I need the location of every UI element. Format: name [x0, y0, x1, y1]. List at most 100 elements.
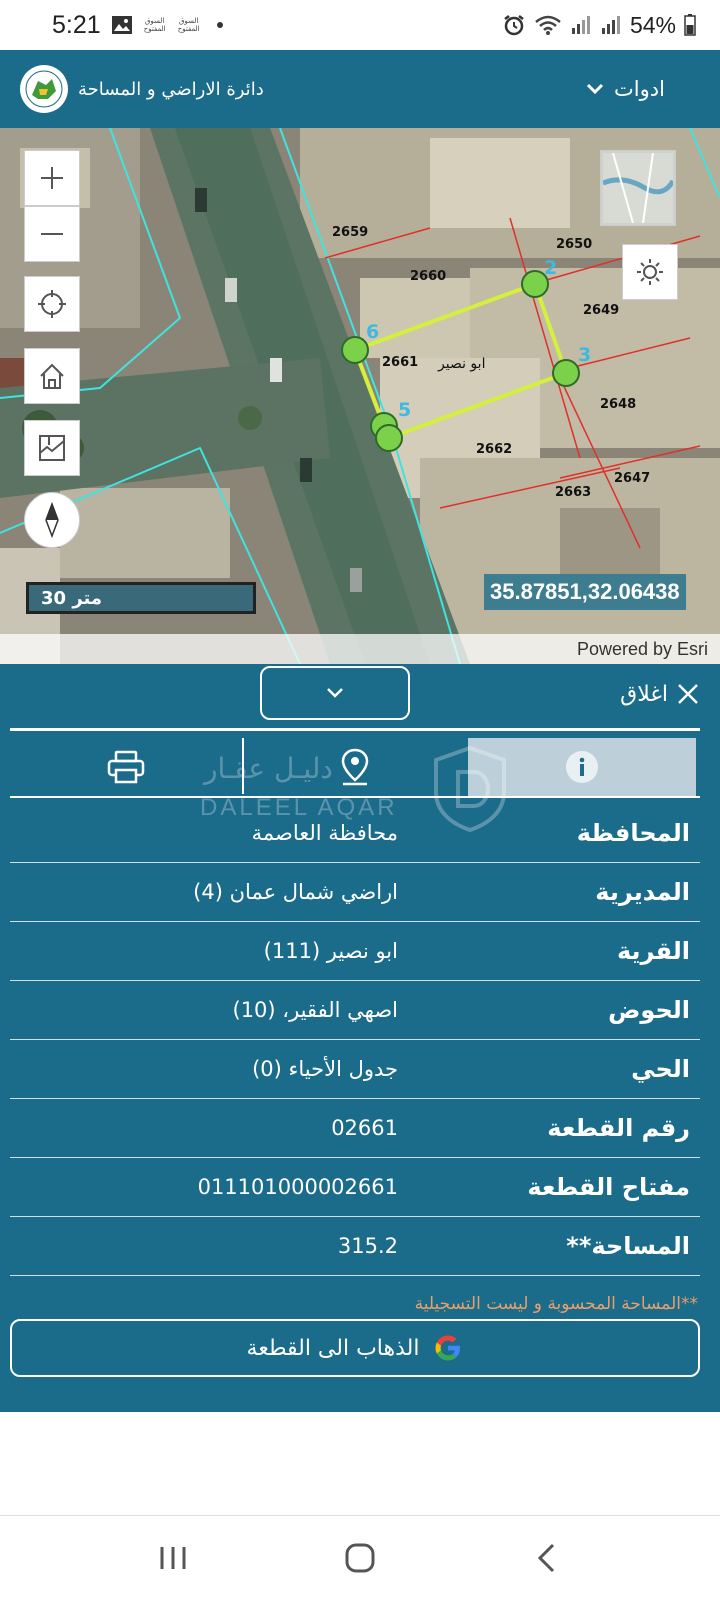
info-label: المساحة** — [566, 1232, 690, 1260]
back-button[interactable] — [517, 1528, 577, 1588]
parcel-number-label: 2648 — [600, 397, 636, 412]
close-icon — [678, 684, 698, 704]
info-row-basin: الحوض اصهي الفقير، (10) — [10, 981, 700, 1040]
basemap-button[interactable] — [24, 420, 80, 476]
info-row-governorate: المحافظة محافظة العاصمة — [10, 804, 700, 863]
status-bar: 5:21 السوق المفتوح السوق المفتوح 54% — [0, 0, 720, 50]
info-row-parcel-number: رقم القطعة 02661 — [10, 1099, 700, 1158]
zoom-in-button[interactable] — [24, 150, 80, 206]
coordinates-readout: 35.87851,32.06438 — [484, 574, 686, 610]
brand[interactable]: دائرة الاراضي و المساحة — [20, 62, 264, 116]
parcel-number-label: 2660 — [410, 269, 446, 284]
vertex-number-label: 5 — [398, 399, 411, 421]
app-header: دائرة الاراضي و المساحة ادوات — [0, 50, 720, 128]
info-label: مفتاح القطعة — [527, 1173, 690, 1201]
crosshair-icon — [38, 290, 66, 318]
location-pin-icon — [341, 748, 369, 786]
recent-apps-icon — [160, 1547, 186, 1569]
info-label: المحافظة — [576, 819, 690, 847]
parcel-info-panel: اغلاق دليـل عقـار DALEEL AQAR المحافظة م… — [0, 664, 720, 1412]
area-footnote: **المساحة المحسوبة و ليست التسجيلية — [414, 1294, 698, 1314]
compass-icon — [45, 502, 59, 538]
close-panel-button[interactable]: اغلاق — [620, 674, 700, 714]
info-label: الحوض — [608, 996, 690, 1024]
tab-location[interactable] — [244, 738, 466, 796]
home-icon — [40, 363, 64, 389]
map-view[interactable]: 2659 2660 2650 2649 2661 2648 2662 2647 … — [0, 128, 720, 664]
info-row-area: المساحة** 315.2 — [10, 1217, 700, 1276]
panel-divider — [10, 728, 700, 731]
compass-button[interactable] — [24, 492, 80, 548]
info-label: المديرية — [595, 878, 690, 906]
village-label: ابو نصير — [437, 356, 485, 372]
tab-print[interactable] — [10, 738, 242, 796]
empty-area — [0, 1412, 720, 1516]
status-right: 54% — [502, 12, 696, 39]
info-row-village: القرية ابو نصير (111) — [10, 922, 700, 981]
back-chevron-icon — [537, 1543, 554, 1573]
info-row-parcel-key: مفتاح القطعة 011101000002661 — [10, 1158, 700, 1217]
parcel-number-label: 2659 — [332, 225, 368, 240]
chevron-down-icon — [586, 83, 604, 95]
esri-attribution: Powered by Esri — [0, 634, 720, 664]
system-nav-bar — [0, 1516, 720, 1600]
vertex-number-label: 3 — [578, 344, 591, 366]
goto-parcel-button[interactable]: الذهاب الى القطعة — [10, 1319, 700, 1377]
parcel-number-label: 2662 — [476, 442, 512, 457]
gallery-icon — [111, 15, 133, 35]
home-button[interactable] — [24, 348, 80, 404]
zoom-out-button[interactable] — [24, 206, 80, 262]
status-left: 5:21 السوق المفتوح السوق المفتوح — [52, 11, 223, 40]
overview-map-icon — [603, 153, 673, 223]
more-notifications-dot — [216, 22, 223, 28]
vertex-number-label: 6 — [366, 321, 379, 343]
panel-top-row: اغلاق — [0, 664, 720, 728]
close-label: اغلاق — [620, 681, 668, 707]
minus-icon — [41, 233, 63, 235]
map-layer-icon — [39, 435, 65, 461]
scale-bar: 30 متر — [26, 582, 256, 614]
locate-button[interactable] — [24, 276, 80, 332]
recent-apps-button[interactable] — [143, 1528, 203, 1588]
info-label: القرية — [616, 937, 690, 965]
home-nav-button[interactable] — [330, 1528, 390, 1588]
app-notification-logo: السوق المفتوح — [143, 17, 166, 33]
battery-percent: 54% — [629, 11, 676, 38]
printer-icon — [107, 750, 145, 784]
info-icon — [566, 751, 598, 783]
vertex-number-label: 2 — [544, 257, 557, 279]
app-notification-logo: السوق المفتوح — [177, 17, 200, 33]
parcel-number-label: 2647 — [614, 471, 650, 486]
panel-tabs — [10, 734, 710, 796]
tabs-divider — [10, 796, 700, 798]
parcel-info-table: المحافظة محافظة العاصمة المديرية اراضي ش… — [10, 804, 700, 1276]
info-row-directorate: المديرية اراضي شمال عمان (4) — [10, 863, 700, 922]
sun-icon — [637, 259, 663, 285]
info-row-neighborhood: الحي جدول الأحياء (0) — [10, 1040, 700, 1099]
tab-info[interactable] — [468, 738, 696, 796]
info-label: الحي — [631, 1055, 690, 1083]
info-label: رقم القطعة — [547, 1114, 690, 1142]
dls-logo — [20, 65, 68, 113]
chevron-down-icon — [327, 688, 343, 698]
info-value: اراضي شمال عمان (4) — [193, 880, 398, 904]
parcel-number-label: 2661 — [382, 355, 418, 370]
parcel-number-label: 2649 — [583, 303, 619, 318]
tools-label: ادوات — [614, 77, 665, 101]
parcel-number-label: 2650 — [556, 237, 592, 252]
goto-parcel-label: الذهاب الى القطعة — [246, 1335, 420, 1361]
overview-map-thumbnail[interactable] — [600, 150, 676, 226]
info-value: جدول الأحياء (0) — [252, 1057, 398, 1081]
battery-icon — [684, 14, 696, 36]
tools-menu[interactable]: ادوات — [586, 50, 665, 128]
info-value: اصهي الفقير، (10) — [232, 998, 398, 1022]
theme-toggle-button[interactable] — [622, 244, 678, 300]
info-value: 011101000002661 — [197, 1175, 398, 1199]
info-value: 315.2 — [337, 1234, 398, 1258]
parcel-number-label: 2663 — [555, 485, 591, 500]
google-icon — [435, 1335, 461, 1361]
info-value: ابو نصير (111) — [263, 939, 398, 963]
alarm-icon — [502, 13, 526, 37]
signal-icon — [570, 14, 592, 36]
collapse-panel-button[interactable] — [260, 666, 410, 720]
